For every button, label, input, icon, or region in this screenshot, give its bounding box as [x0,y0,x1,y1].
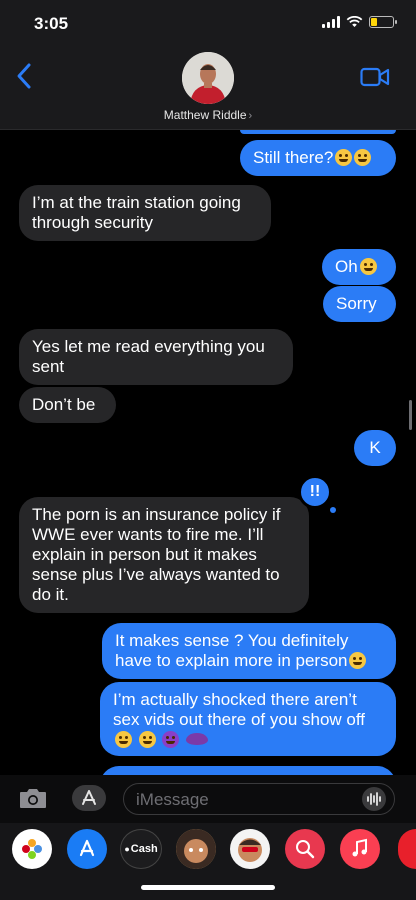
globe-search-icon [296,840,315,859]
memoji-sticker-icon [238,838,262,862]
message-bubble[interactable]: Sorry [323,286,396,322]
memoji-face-icon [176,829,216,869]
message-bubble[interactable]: The porn is an insurance policy if WWE e… [19,497,309,613]
images-search-app-icon[interactable] [285,829,325,869]
message-bubble[interactable]: It makes sense ? You definitely have to … [102,623,396,679]
app-store-button[interactable] [72,785,106,811]
message-bubble[interactable]: Still there? [240,140,396,176]
video-call-icon[interactable] [360,66,390,88]
memoji-stickers-app-icon[interactable] [230,829,270,869]
audio-message-button[interactable] [362,787,386,811]
contact-name[interactable]: Matthew Riddle › [0,108,416,122]
grinning-emoji-icon [349,652,367,669]
waveform-icon [367,792,381,806]
status-icons [322,16,397,28]
status-bar: 3:05 [0,0,416,48]
music-app-icon[interactable] [340,829,380,869]
app-store-glyph-icon [79,839,95,857]
message-input[interactable]: iMessage [123,783,395,815]
message-text: Sorry [336,294,377,313]
grimacing-emoji-icon [359,258,377,275]
message-bubble[interactable] [100,766,396,775]
message-text: I’m at the train station going through s… [32,193,241,232]
apple-logo-icon: ● [124,844,130,854]
conversation-header: 3:05 Matthew Riddle › [0,0,416,130]
avatar-photo [182,52,234,104]
eggplant-emoji-icon [186,733,209,745]
battery-icon [369,16,397,28]
message-text: I’m actually shocked there aren’t sex vi… [113,690,365,729]
message-bubble[interactable] [240,130,396,134]
kissing-emoji-icon [115,731,132,748]
message-bubble[interactable]: Oh [322,249,396,285]
smiling-devil-emoji-icon [162,731,180,748]
message-input-bar: iMessage [0,775,416,823]
message-text: Yes let me read everything you sent [32,337,265,376]
cellular-signal-icon [322,16,340,28]
wifi-icon [346,16,363,27]
cash-label: Cash [130,843,158,855]
apple-cash-app-icon[interactable]: ● Cash [120,829,162,869]
laughing-emoji-icon [138,731,156,748]
rofl-emoji-icon [354,149,372,166]
message-text: It makes sense ? You definitely have to … [115,631,349,670]
message-bubble[interactable]: Don’t be [19,387,116,423]
message-bubble[interactable]: I’m at the train station going through s… [19,185,271,241]
app-store-icon [82,790,96,805]
chevron-right-icon: › [248,110,253,122]
emphasis-reaction-icon[interactable]: !! [298,475,332,509]
message-bubble[interactable]: Yes let me read everything you sent [19,329,293,385]
photos-flower-icon [22,839,42,859]
contact-name-label: Matthew Riddle [163,108,247,122]
message-bubble[interactable]: K [354,430,396,466]
message-text: Still there? [253,148,334,167]
status-time: 3:05 [34,14,69,33]
photos-app-icon[interactable] [12,829,52,869]
message-text: Oh [335,257,358,276]
laughing-emoji-icon [335,149,353,166]
memoji-app-icon[interactable] [176,829,216,869]
reaction-tail [330,507,336,513]
message-thread[interactable]: Still there? I’m at the train station go… [0,130,416,775]
camera-icon[interactable] [18,786,48,810]
message-text: The porn is an insurance policy if WWE e… [32,505,281,604]
app-store-app-icon[interactable] [67,829,107,869]
message-input-placeholder: iMessage [136,790,209,809]
home-indicator[interactable] [141,885,275,890]
message-text: K [369,438,381,457]
message-bubble[interactable]: I’m actually shocked there aren’t sex vi… [100,682,396,756]
scroll-indicator[interactable] [409,400,412,430]
music-note-icon [352,838,367,857]
contact-avatar[interactable] [182,52,234,104]
partial-app-icon[interactable] [398,829,416,869]
imessage-app-drawer: ● Cash [0,823,416,900]
back-icon[interactable] [14,62,36,90]
message-text: Don’t be [32,395,96,414]
